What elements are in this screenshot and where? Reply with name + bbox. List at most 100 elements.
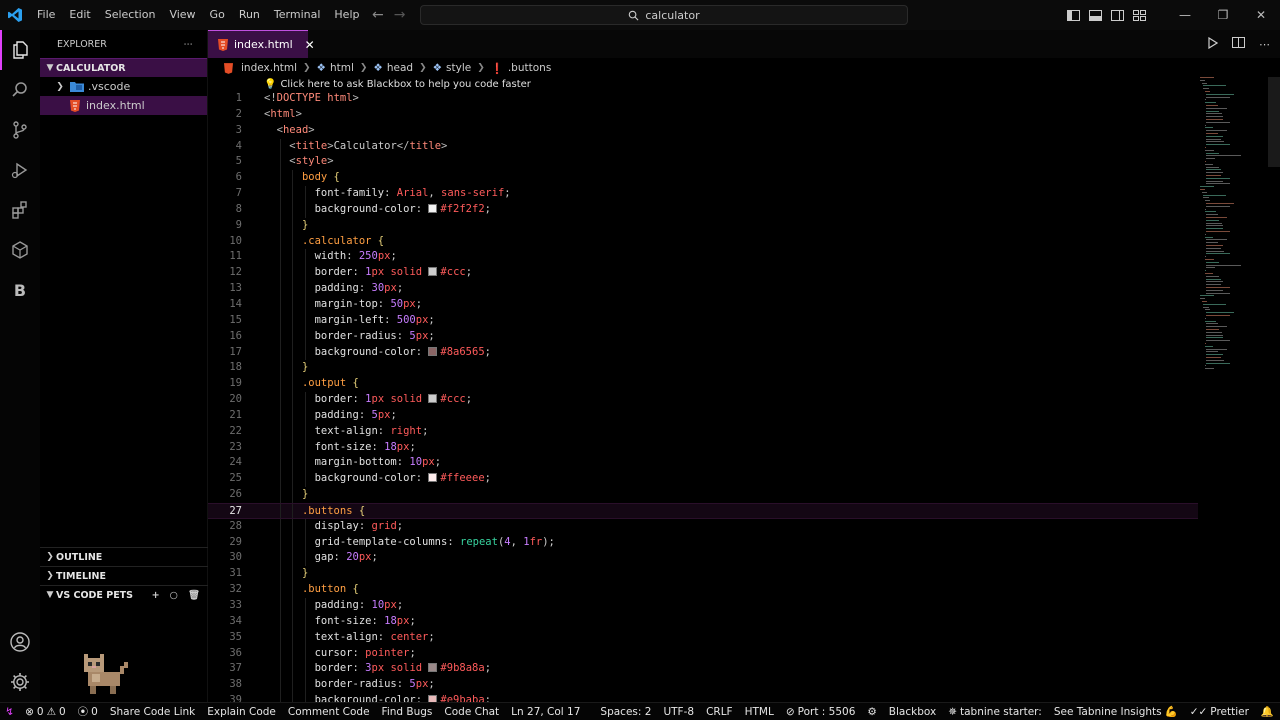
prettier-status[interactable]: ✓✓ Prettier [1184,706,1255,718]
editor-scrollbar[interactable] [1268,77,1280,167]
code-line[interactable]: 29 grid-template-columns: repeat(4, 1fr)… [208,534,1198,551]
code-line[interactable]: 5 <style> [208,154,1198,171]
blackbox-hint[interactable]: 💡 Click here to ask Blackbox to help you… [264,77,531,91]
code-line[interactable]: 23 font-size: 18px; [208,439,1198,456]
code-line[interactable]: 4 <title>Calculator</title> [208,138,1198,155]
toggle-secondary-sidebar-icon[interactable] [1106,0,1128,30]
code-line[interactable]: 17 background-color: #8a6565; [208,344,1198,361]
code-line[interactable]: 22 text-align: right; [208,423,1198,440]
breadcrumb-item-file[interactable]: index.html [241,62,297,74]
problems-indicator[interactable]: ⊗ 0 ⚠ 0 [19,706,72,718]
throw-ball-icon[interactable]: ○ [170,590,178,601]
code-line[interactable]: 1 <!DOCTYPE html> [208,91,1198,107]
code-line[interactable]: 25 background-color: #ffeeee; [208,471,1198,488]
timeline-section[interactable]: ❯ TIMELINE [40,566,208,585]
extension-icon[interactable]: ⚙ [861,706,882,718]
comment-code-button[interactable]: Comment Code [282,706,376,718]
code-line[interactable]: 7 font-family: Arial, sans-serif; [208,186,1198,202]
code-line[interactable]: 19 .output { [208,376,1198,393]
forward-arrow-icon[interactable]: → [394,7,406,23]
code-line[interactable]: 3 <head> [208,123,1198,139]
folder-header-calculator[interactable]: ▼ CALCULATOR [40,58,207,77]
code-line[interactable]: 34 font-size: 18px; [208,613,1198,630]
code-line[interactable]: 38 border-radius: 5px; [208,677,1198,694]
encoding[interactable]: UTF-8 [657,706,700,718]
code-line[interactable]: 20 border: 1px solid #ccc; [208,392,1198,408]
code-line[interactable]: 18 } [208,360,1198,377]
breadcrumb-item-head[interactable]: head [387,62,413,74]
breadcrumb-item-buttons[interactable]: .buttons [508,62,551,74]
tabnine-status[interactable]: ✵ tabnine starter: [942,706,1048,718]
menu-file[interactable]: File [30,0,62,30]
end-of-line[interactable]: CRLF [700,706,739,718]
close-tab-icon[interactable]: ✕ [305,38,315,52]
menu-selection[interactable]: Selection [98,0,163,30]
settings-gear-icon[interactable] [0,662,40,702]
indentation[interactable]: Spaces: 2 [594,706,657,718]
minimize-icon[interactable]: — [1166,0,1204,30]
code-line[interactable]: 9 } [208,217,1198,234]
back-arrow-icon[interactable]: ← [372,7,384,23]
tree-item-index-html[interactable]: index.html [40,96,207,115]
code-line[interactable]: 24 margin-bottom: 10px; [208,455,1198,472]
code-line[interactable]: 6 body { [208,170,1198,187]
code-line[interactable]: 33 padding: 10px; [208,598,1198,614]
find-bugs-button[interactable]: Find Bugs [376,706,439,718]
more-actions-icon[interactable]: ⋯ [1259,38,1270,51]
explain-code-button[interactable]: Explain Code [201,706,282,718]
code-line[interactable]: 16 border-radius: 5px; [208,328,1198,345]
code-line[interactable]: 14 margin-top: 50px; [208,296,1198,313]
code-line[interactable]: 13 padding: 30px; [208,281,1198,297]
command-center-search[interactable]: calculator [420,5,908,25]
delete-pet-icon[interactable]: 🗑 [188,590,200,601]
menu-edit[interactable]: Edit [62,0,97,30]
close-window-icon[interactable]: ✕ [1242,0,1280,30]
tab-index-html[interactable]: index.html ✕ [208,30,315,58]
restore-icon[interactable]: ❐ [1204,0,1242,30]
minimap[interactable] [1190,77,1270,377]
code-line[interactable]: 35 text-align: center; [208,629,1198,646]
pet-cat-icon[interactable] [80,650,136,699]
search-icon[interactable] [0,70,40,110]
code-editor[interactable]: 💡 Click here to ask Blackbox to help you… [208,77,1198,702]
code-line[interactable]: 8 background-color: #f2f2f2; [208,201,1198,218]
toggle-panel-icon[interactable] [1084,0,1106,30]
menu-view[interactable]: View [162,0,202,30]
menu-go[interactable]: Go [203,0,232,30]
code-line[interactable]: 28 display: grid; [208,518,1198,535]
code-line[interactable]: 30 gap: 20px; [208,550,1198,567]
code-line[interactable]: 27 .buttons { [208,502,1198,519]
code-chat-button[interactable]: Code Chat [438,706,505,718]
code-line[interactable]: 36 cursor: pointer; [208,645,1198,662]
notifications-icon[interactable]: 🔔 [1255,705,1280,718]
accounts-icon[interactable] [0,622,40,662]
breadcrumb-item-html[interactable]: html [330,62,354,74]
share-code-link-button[interactable]: Share Code Link [104,706,201,718]
blackbox-status[interactable]: Blackbox [883,706,942,718]
code-line[interactable]: 11 width: 250px; [208,249,1198,266]
ports-indicator[interactable]: ⦿ 0 [72,704,104,719]
live-server-port[interactable]: ⊘ Port : 5506 [780,706,862,718]
blackbox-cube-icon[interactable] [0,230,40,270]
blackbox-b-icon[interactable]: B [0,270,40,310]
code-line[interactable]: 15 margin-left: 500px; [208,312,1198,329]
code-line[interactable]: 12 border: 1px solid #ccc; [208,265,1198,282]
code-line[interactable]: 37 border: 3px solid #9b8a8a; [208,661,1198,678]
split-editor-icon[interactable] [1232,37,1245,51]
run-icon[interactable] [1208,36,1219,52]
customize-layout-icon[interactable] [1128,0,1150,30]
run-and-debug-icon[interactable] [0,150,40,190]
code-line[interactable]: 39 background-color: #e9baba; [208,693,1198,702]
explorer-icon[interactable] [0,30,40,70]
menu-help[interactable]: Help [327,0,366,30]
cursor-position[interactable]: Ln 27, Col 17 [505,706,594,718]
toggle-primary-sidebar-icon[interactable] [1062,0,1084,30]
source-control-icon[interactable] [0,110,40,150]
breadcrumb-item-style[interactable]: style [446,62,471,74]
more-actions-icon[interactable]: ⋯ [184,39,194,50]
menu-run[interactable]: Run [232,0,267,30]
code-line[interactable]: 31 } [208,566,1198,583]
add-pet-icon[interactable]: + [152,590,160,601]
code-line[interactable]: 10 .calculator { [208,233,1198,250]
language-mode[interactable]: HTML [739,706,780,718]
